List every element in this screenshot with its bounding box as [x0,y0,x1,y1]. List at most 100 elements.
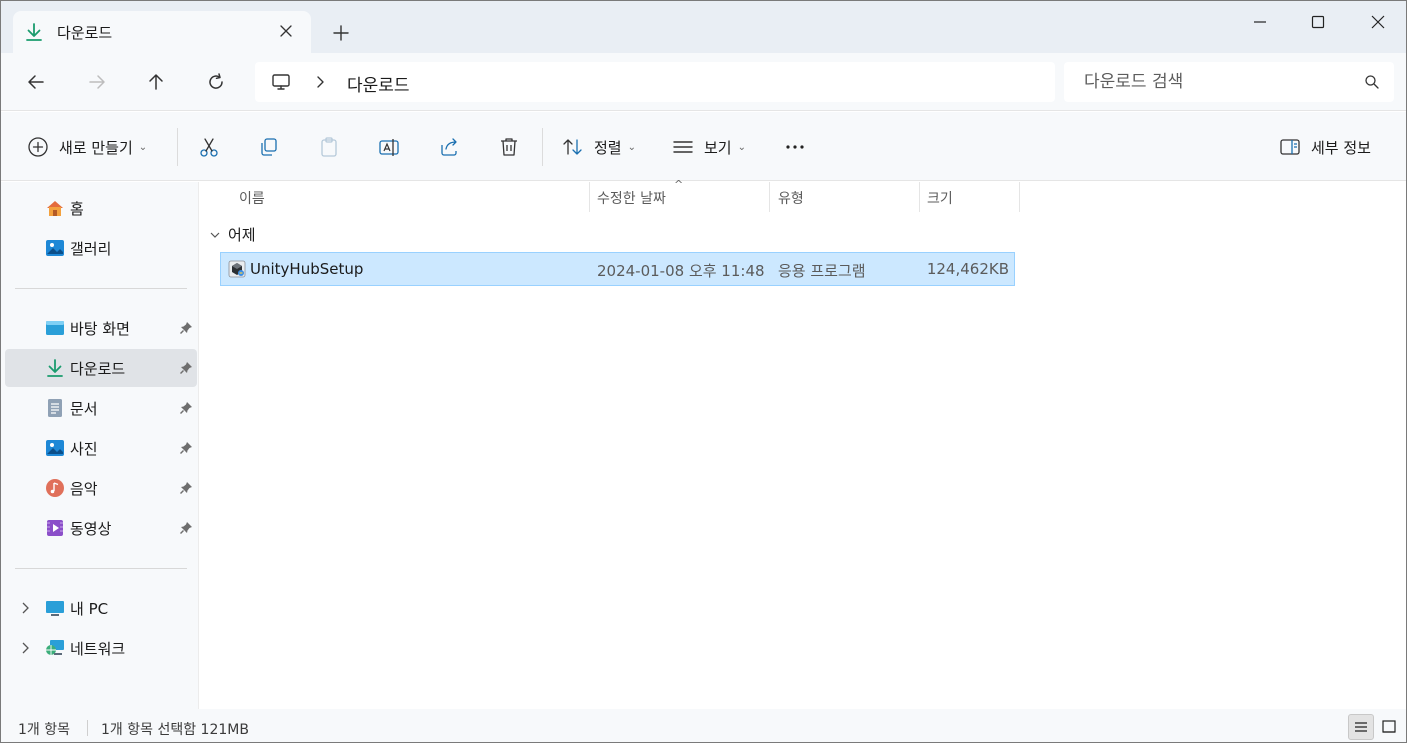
column-header-name[interactable]: 이름 [239,188,265,208]
close-tab-icon[interactable] [277,22,295,40]
chevron-down-icon: ⌄ [627,141,636,153]
list-view-icon [673,141,693,153]
sidebar-item-gallery[interactable]: 갤러리 [5,229,197,267]
sidebar-item-label: 갤러리 [70,240,112,258]
file-row[interactable]: UnityHubSetup 2024-01-08 오후 11:48 응용 프로그… [220,252,1015,286]
sidebar-item-music[interactable]: 음악 [5,469,197,507]
sidebar-item-this-pc[interactable]: 내 PC [5,589,197,627]
sidebar-item-home[interactable]: 홈 [5,189,197,227]
divider [87,720,88,736]
navigation-pane: 홈 갤러리 바탕 화면 다운로드 문서 사진 음악 동영상 내 PC 네트워크 [1,182,199,709]
details-view-icon [1355,722,1367,732]
chevron-right-icon[interactable] [19,641,31,655]
sidebar-item-pictures[interactable]: 사진 [5,429,197,467]
installer-icon [228,260,246,278]
cut-button[interactable] [197,135,221,159]
download-icon [47,359,63,377]
sort-button[interactable]: 정렬 ⌄ [562,134,636,160]
details-pane-button[interactable]: 세부 정보 [1279,134,1371,160]
sidebar-item-network[interactable]: 네트워크 [5,629,197,667]
sidebar-item-downloads[interactable]: 다운로드 [5,349,197,387]
address-bar[interactable]: 다운로드 [255,62,1055,102]
sidebar-item-documents[interactable]: 문서 [5,389,197,427]
pin-icon[interactable] [179,401,193,415]
minimize-button[interactable] [1237,9,1283,35]
refresh-icon [209,73,223,89]
more-icon [786,145,804,149]
sidebar-item-desktop[interactable]: 바탕 화면 [5,309,197,347]
copy-icon [261,138,277,156]
minimize-icon [1254,21,1266,23]
pictures-icon [46,440,64,456]
sidebar-item-label: 바탕 화면 [70,320,130,338]
title-bar: 다운로드 [1,1,1406,53]
music-icon [46,479,64,497]
delete-button[interactable] [497,135,521,159]
paste-button[interactable] [317,135,341,159]
divider [15,288,187,289]
command-bar: 새로 만들기 ⌄ 정렬 ⌄ 보기 ⌄ 세부 정보 [1,112,1406,181]
details-view-button[interactable] [1348,714,1374,740]
pin-icon[interactable] [179,481,193,495]
column-divider[interactable] [919,182,920,212]
divider [15,568,187,569]
breadcrumb[interactable]: 다운로드 [347,71,410,96]
chevron-right-icon[interactable] [19,601,31,615]
column-divider[interactable] [1019,182,1020,212]
clipboard-icon [321,137,337,157]
desktop-icon [46,321,64,335]
column-header-size[interactable]: 크기 [927,188,953,208]
copy-button[interactable] [257,135,281,159]
sidebar-item-videos[interactable]: 동영상 [5,509,197,547]
view-button[interactable]: 보기 ⌄ [672,134,746,160]
tiles-view-icon [1382,720,1396,733]
column-divider[interactable] [769,182,770,212]
search-box[interactable] [1064,62,1394,102]
close-window-button[interactable] [1355,9,1401,35]
share-button[interactable] [437,135,461,159]
maximize-button[interactable] [1295,9,1341,35]
group-header[interactable]: 어제 [210,224,256,245]
back-button[interactable] [24,70,48,94]
tab-downloads[interactable]: 다운로드 [13,11,311,53]
column-header-type[interactable]: 유형 [778,188,804,208]
chevron-right-icon[interactable] [313,74,327,90]
large-icons-view-button[interactable] [1376,714,1402,740]
pin-icon[interactable] [179,321,193,335]
file-name: UnityHubSetup [250,260,364,278]
view-button-label: 보기 [704,138,732,157]
column-divider[interactable] [589,182,590,212]
chevron-down-icon [210,232,220,238]
rename-button[interactable] [377,135,401,159]
arrow-left-icon [28,75,44,89]
sort-icon [563,139,582,155]
new-tab-icon[interactable] [331,23,351,43]
pin-icon[interactable] [179,521,193,535]
home-icon [47,201,63,216]
new-button-label: 새로 만들기 [59,138,133,157]
details-pane-label: 세부 정보 [1311,138,1371,157]
item-count: 1개 항목 [18,722,70,738]
new-button[interactable]: 새로 만들기 ⌄ [27,134,147,160]
computer-icon [46,601,64,616]
forward-button[interactable] [85,70,109,94]
group-label: 어제 [228,226,256,244]
sort-button-label: 정렬 [594,138,622,157]
tab-title: 다운로드 [57,24,113,42]
more-options-button[interactable] [783,135,807,159]
column-header-modified[interactable]: 수정한 날짜 [597,188,666,208]
maximize-icon [1311,15,1325,29]
pin-icon[interactable] [179,361,193,375]
arrow-right-icon [89,75,105,89]
sidebar-item-label: 사진 [70,440,98,458]
refresh-button[interactable] [204,70,228,94]
search-icon[interactable] [1364,74,1380,90]
search-input[interactable] [1084,70,1344,94]
up-button[interactable] [144,70,168,94]
file-list: 이름 ^ 수정한 날짜 유형 크기 어제 UnityHubSetup 2024-… [200,178,1406,709]
monitor-icon[interactable] [271,72,291,92]
rename-icon [379,139,399,156]
pin-icon[interactable] [179,441,193,455]
document-icon [48,399,62,417]
chevron-down-icon: ⌄ [138,141,148,153]
